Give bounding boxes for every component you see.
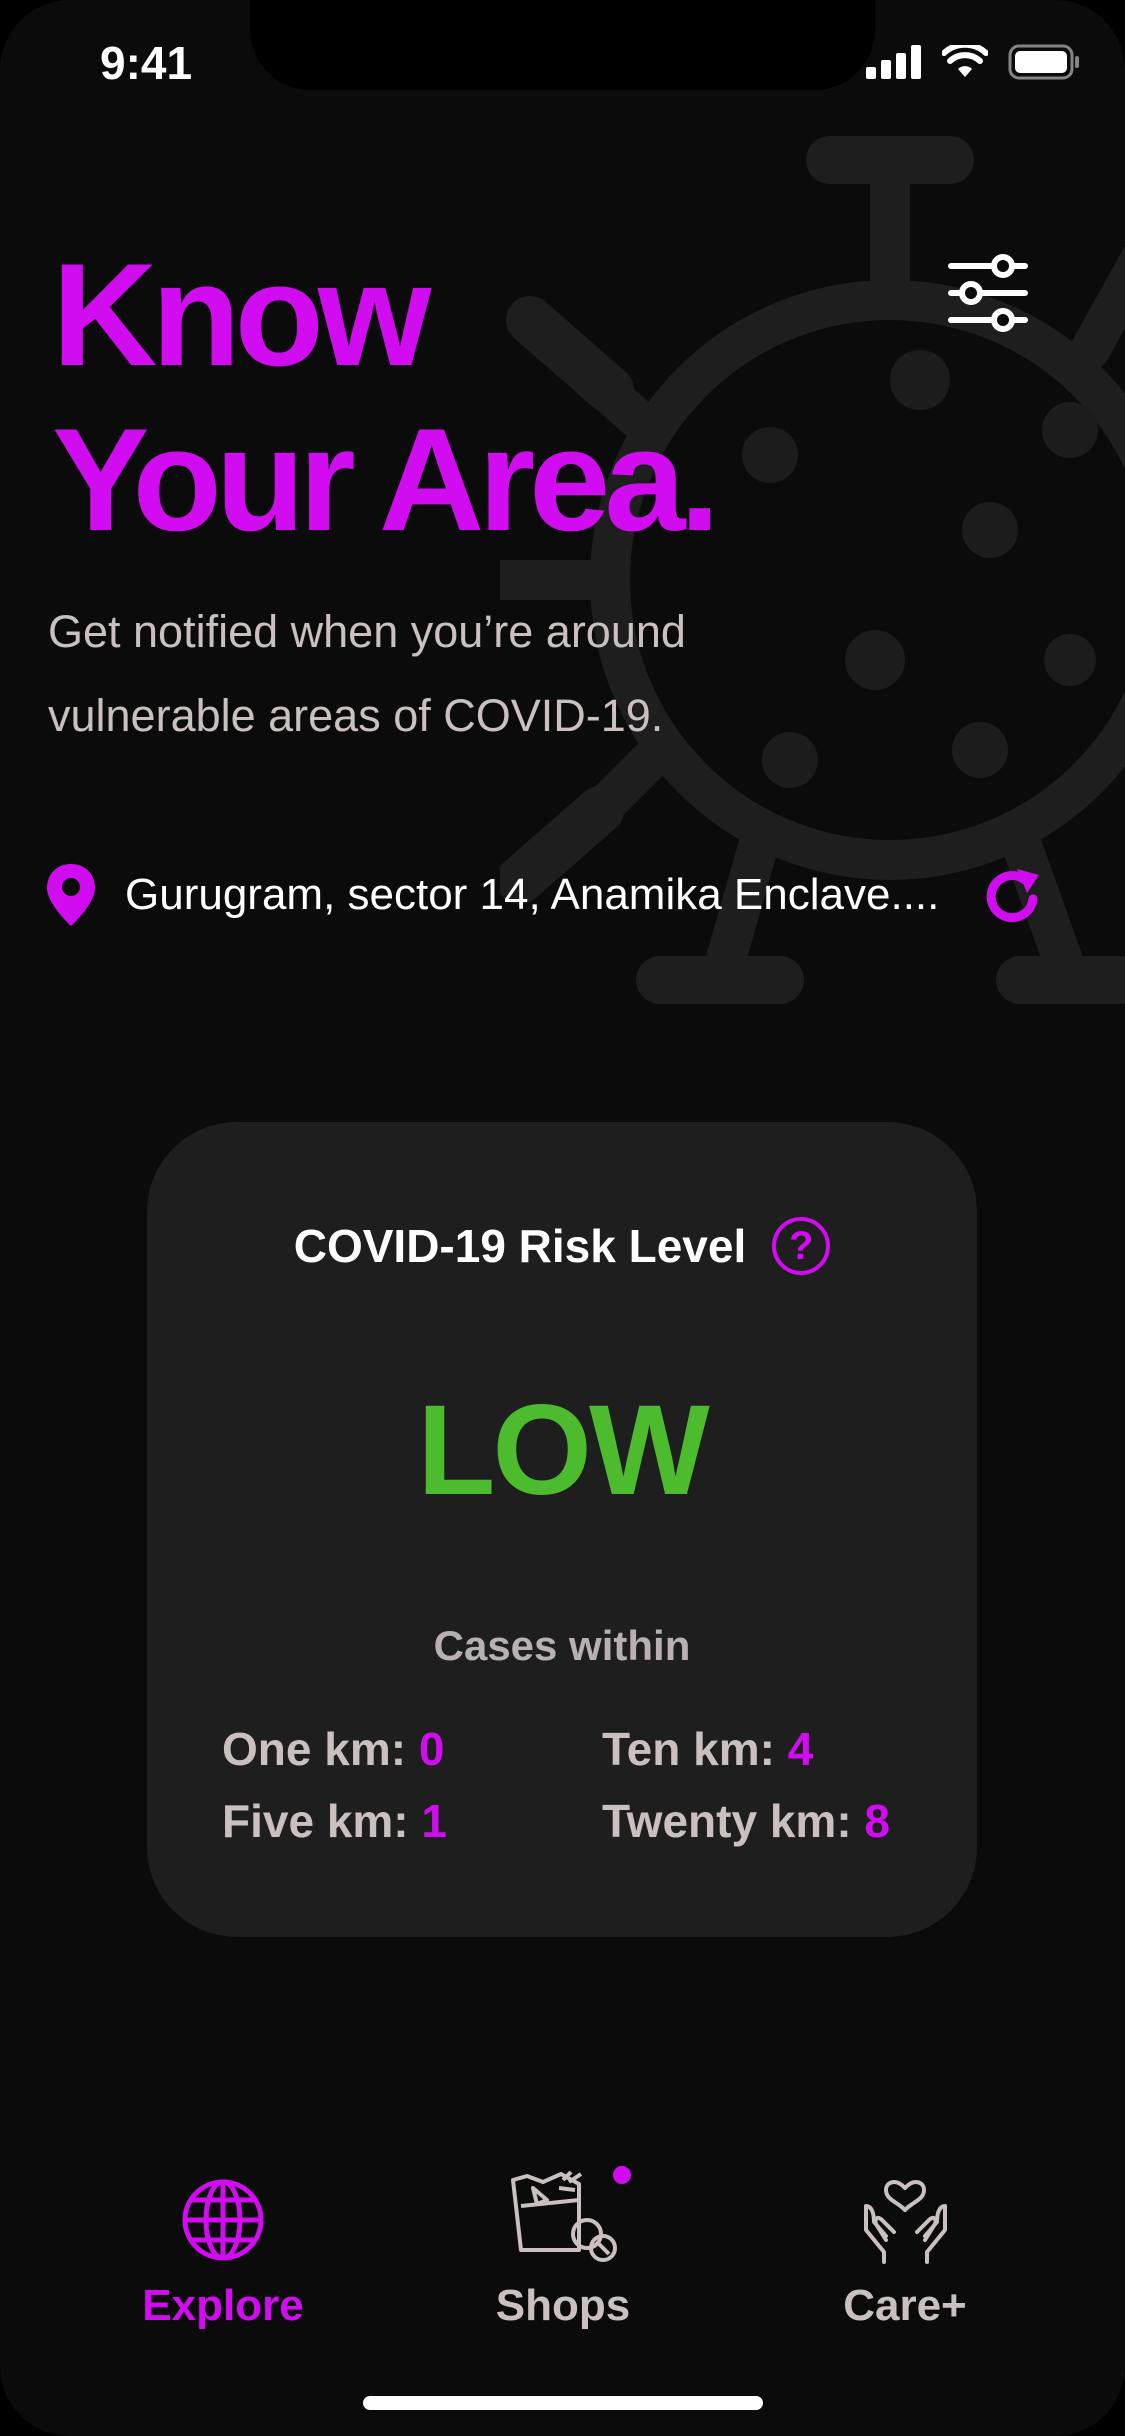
stat-value: 1 [421,1795,448,1847]
stat-twenty-km: Twenty km: 8 [602,1794,890,1848]
status-bar: 9:41 [0,0,1125,130]
stat-value: 8 [864,1795,891,1847]
tab-label-explore: Explore [142,2281,304,2330]
heart-hands-icon [863,2180,947,2264]
refresh-icon [986,869,1039,923]
stat-label: Twenty km: [602,1795,852,1847]
location-text: Gurugram, sector 14, Anamika Enclave.... [125,870,940,919]
filter-button[interactable] [945,250,1031,336]
tab-label-care: Care+ [843,2281,967,2330]
risk-card-header: COVID-19 Risk Level ? [147,1217,977,1275]
risk-level-value: LOW [417,1379,710,1522]
stat-label: One km: [222,1723,407,1775]
stat-value: 0 [418,1723,445,1775]
stat-ten-km: Ten km: 4 [602,1722,813,1776]
risk-card-title: COVID-19 Risk Level [293,1220,747,1272]
stat-value: 4 [787,1723,814,1775]
phone-screen: 9:41 Know Your Area. Get notified when y… [0,0,1125,2436]
page-subtitle: Get notified when you’re around vulnerab… [48,606,686,741]
shops-notification-badge [613,2166,631,2184]
tab-bar: Explore Shops Care+ [0,2170,1125,2350]
tab-label-shops: Shops [495,2281,631,2330]
battery-icon [1008,44,1079,80]
cases-within-label: Cases within [433,1622,691,1669]
refresh-button[interactable] [981,865,1045,929]
grocery-bag-icon [511,2170,617,2262]
tab-shops[interactable]: Shops [433,2170,693,2340]
sliders-icon [948,254,1028,332]
page-title-line2: Your Area. [52,398,720,561]
stat-five-km: Five km: 1 [222,1794,447,1848]
stat-one-km: One km: 0 [222,1722,444,1776]
stat-label: Five km: [222,1795,409,1847]
stat-label: Ten km: [602,1723,775,1775]
cellular-signal-icon [866,45,921,79]
status-time: 9:41 [100,37,193,89]
risk-card: COVID-19 Risk Level ? LOW Cases within O… [147,1122,977,1937]
page-title-line1: Know [52,233,431,396]
tab-explore[interactable]: Explore [93,2170,353,2340]
wifi-icon [942,45,988,77]
map-pin-icon [47,864,95,926]
notch [250,0,875,90]
page-title: Know Your Area. [52,232,720,562]
tab-care[interactable]: Care+ [775,2170,1035,2340]
cases-stats: One km: 0 Ten km: 4 Five km: 1 Twenty km… [222,1722,942,1882]
home-indicator[interactable] [363,2396,763,2410]
help-icon[interactable]: ? [772,1217,831,1275]
globe-icon [182,2179,263,2261]
status-icons [866,44,1080,80]
location-row[interactable]: Gurugram, sector 14, Anamika Enclave.... [45,855,1045,935]
